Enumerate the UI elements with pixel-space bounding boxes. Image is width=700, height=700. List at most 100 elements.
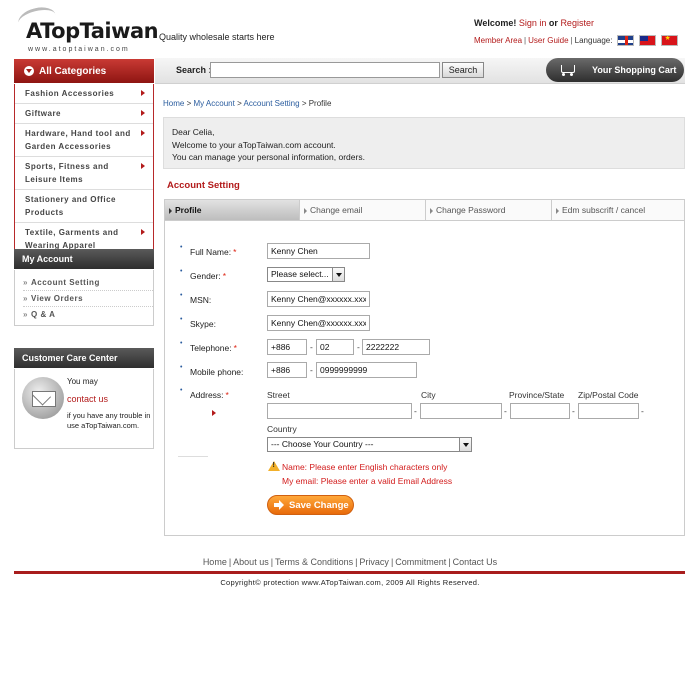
telephone-area-code-input[interactable]: [316, 339, 354, 355]
breadcrumb-my-account[interactable]: My Account: [193, 99, 234, 108]
sign-in-link[interactable]: Sign in: [519, 18, 547, 28]
province-label: Province/State: [509, 390, 565, 400]
arrow-right-icon: [141, 110, 145, 116]
cart-icon: [558, 64, 576, 76]
footer-contact-link[interactable]: Contact Us: [453, 557, 498, 567]
tab-label: Change Password: [436, 205, 506, 215]
required-marker: *: [225, 390, 229, 400]
city-input[interactable]: [420, 403, 502, 419]
welcome-or: or: [548, 18, 558, 28]
footer-terms-link[interactable]: Terms & Conditions: [275, 557, 353, 567]
gender-select[interactable]: Please select...: [267, 267, 345, 282]
msn-label: MSN:: [190, 295, 212, 305]
country-label: Country: [267, 424, 297, 434]
footer-about-link[interactable]: About us: [233, 557, 269, 567]
view-orders-link[interactable]: View Orders: [23, 291, 153, 307]
divider: |: [228, 557, 232, 567]
divider: |: [390, 557, 394, 567]
dash: -: [641, 406, 644, 416]
label-text: Full Name:: [190, 247, 232, 257]
footer-home-link[interactable]: Home: [203, 557, 227, 567]
msn-input[interactable]: [267, 291, 370, 307]
contact-us-link[interactable]: contact us: [67, 394, 108, 404]
my-account-list: Account Setting View Orders Q & A: [14, 270, 154, 326]
required-marker: *: [233, 343, 237, 353]
search-label: Search :: [176, 65, 212, 75]
welcome-message: Dear Celia, Welcome to your aTopTaiwan.c…: [163, 117, 685, 169]
user-guide-link[interactable]: User Guide: [528, 36, 568, 45]
welcome-line-3: You can manage your personal information…: [172, 152, 365, 162]
category-item[interactable]: Giftware: [15, 104, 153, 124]
tab-change-email[interactable]: Change email: [299, 200, 425, 220]
welcome-line: Welcome! Sign in or Register: [474, 18, 594, 28]
arrow-right-icon: [169, 208, 172, 214]
category-label: Giftware: [25, 109, 62, 118]
my-account-header: My Account: [14, 249, 154, 269]
province-input[interactable]: [510, 403, 570, 419]
divider: |: [524, 36, 527, 45]
label-text: Telephone:: [190, 343, 232, 353]
category-item[interactable]: Hardware, Hand tool and Garden Accessori…: [15, 124, 153, 157]
arrow-right-icon: [556, 208, 559, 214]
breadcrumb-current: Profile: [308, 99, 332, 108]
breadcrumb: Home > My Account > Account Setting > Pr…: [163, 99, 331, 108]
welcome-prefix: Welcome!: [474, 18, 517, 28]
warning-icon: [268, 461, 280, 471]
street-label: Street: [267, 390, 290, 400]
site-logo[interactable]: ATopTaiwan www.atoptaiwan.com: [14, 3, 159, 54]
register-link[interactable]: Register: [560, 18, 594, 28]
tab-profile[interactable]: Profile: [165, 200, 299, 220]
street-input[interactable]: [267, 403, 412, 419]
divider: |: [448, 557, 451, 567]
search-button[interactable]: Search: [442, 62, 484, 78]
dash: -: [572, 406, 575, 416]
divider: [178, 456, 208, 457]
telephone-country-code-input[interactable]: [267, 339, 307, 355]
dash: -: [310, 365, 313, 375]
breadcrumb-home[interactable]: Home: [163, 99, 184, 108]
country-select[interactable]: --- Choose Your Country ---: [267, 437, 472, 452]
mobile-number-input[interactable]: [316, 362, 417, 378]
member-area-link[interactable]: Member Area: [474, 36, 522, 45]
breadcrumb-account-setting[interactable]: Account Setting: [244, 99, 300, 108]
zip-input[interactable]: [578, 403, 639, 419]
account-tabs: Profile Change email Change Password Edm…: [164, 199, 685, 221]
category-item[interactable]: Fashion Accessories: [15, 84, 153, 104]
tab-label: Profile: [175, 205, 202, 215]
label-text: Address:: [190, 390, 224, 400]
china-flag-icon[interactable]: [661, 35, 679, 46]
qa-link[interactable]: Q & A: [23, 307, 153, 322]
full-name-input[interactable]: [267, 243, 370, 259]
footer-links: Home | About us | Terms & Conditions | Privacy…: [0, 557, 700, 567]
dash: -: [357, 342, 360, 352]
mobile-country-code-input[interactable]: [267, 362, 307, 378]
error-email: My email: Please enter a valid Email Add…: [282, 476, 453, 486]
taiwan-flag-icon[interactable]: [639, 35, 657, 46]
city-label: City: [421, 390, 436, 400]
section-title: Account Setting: [167, 180, 240, 191]
care-text: if you have any trouble in use aTopTaiwa…: [67, 411, 151, 430]
search-input[interactable]: [210, 62, 440, 78]
tab-change-password[interactable]: Change Password: [425, 200, 551, 220]
mobile-label: Mobile phone:: [190, 367, 244, 377]
save-change-button[interactable]: Save Change: [267, 495, 354, 515]
tab-edm-subscribe[interactable]: Edm subscrift / cancel: [551, 200, 684, 220]
dash: -: [504, 406, 507, 416]
account-setting-link[interactable]: Account Setting: [23, 275, 153, 291]
tab-label: Edm subscrift / cancel: [562, 205, 646, 215]
footer-commitment-link[interactable]: Commitment: [395, 557, 446, 567]
language-label: Language:: [574, 36, 613, 45]
category-label: Stationery and Office Products: [25, 195, 116, 217]
category-label: Fashion Accessories: [25, 89, 115, 98]
english-flag-icon[interactable]: [617, 35, 635, 46]
footer-privacy-link[interactable]: Privacy: [359, 557, 389, 567]
category-item[interactable]: Sports, Fitness and Leisure Items: [15, 157, 153, 190]
skype-input[interactable]: [267, 315, 370, 331]
shopping-cart-button[interactable]: Your Shopping Cart: [546, 58, 684, 82]
category-item[interactable]: Stationery and Office Products: [15, 190, 153, 223]
breadcrumb-separator: >: [186, 99, 192, 108]
category-list: Fashion Accessories Giftware Hardware, H…: [14, 84, 154, 256]
arrow-right-icon: [430, 208, 433, 214]
all-categories-header[interactable]: All Categories: [14, 59, 154, 83]
telephone-number-input[interactable]: [362, 339, 430, 355]
